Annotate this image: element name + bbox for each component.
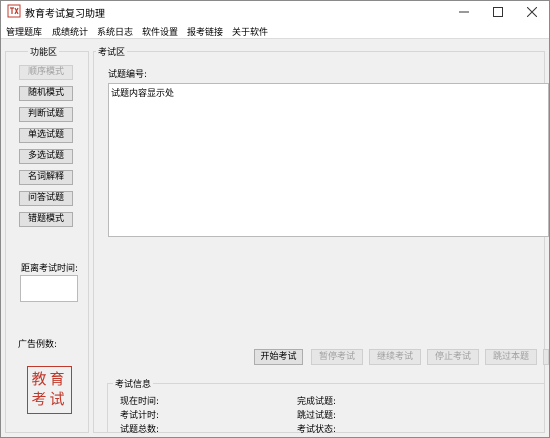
app-logo-icon xyxy=(7,4,21,18)
minimize-button[interactable] xyxy=(447,1,481,22)
question-content-area[interactable]: 试题内容显示处 xyxy=(108,83,549,237)
question-total-label: 试题总数: xyxy=(120,425,160,435)
menu-bar: 管理题库 成绩统计 系统日志 软件设置 报考链接 关于软件 xyxy=(1,22,549,39)
menu-score-stats[interactable]: 成绩统计 xyxy=(52,25,88,38)
single-choice-button[interactable]: 单选试题 xyxy=(19,128,73,143)
close-icon xyxy=(527,6,537,17)
wrong-questions-button[interactable]: 错题模式 xyxy=(19,212,73,227)
true-false-button[interactable]: 判断试题 xyxy=(19,107,73,122)
sequential-mode-button[interactable]: 顺序模式 xyxy=(19,65,73,80)
menu-manage-bank[interactable]: 管理题库 xyxy=(6,25,42,38)
completed-label: 完成试题: xyxy=(297,397,337,407)
qa-button[interactable]: 问答试题 xyxy=(19,191,73,206)
maximize-button[interactable] xyxy=(481,1,515,22)
overflow-button[interactable] xyxy=(543,349,549,365)
exam-panel-title: 考试区 xyxy=(96,45,128,58)
countdown-label: 距离考试时间: xyxy=(21,264,79,274)
skip-question-button[interactable]: 跳过本题 xyxy=(485,349,537,365)
start-exam-button[interactable]: 开始考试 xyxy=(254,349,303,365)
skipped-label: 跳过试题: xyxy=(297,411,337,421)
menu-system-log[interactable]: 系统日志 xyxy=(97,25,133,38)
menu-register-link[interactable]: 报考链接 xyxy=(187,25,223,38)
ad-label: 广告例数: xyxy=(18,340,58,350)
close-button[interactable] xyxy=(515,1,549,22)
maximize-icon xyxy=(493,6,503,17)
exam-info-title: 考试信息 xyxy=(113,377,154,390)
random-mode-button[interactable]: 随机模式 xyxy=(19,86,73,101)
title-bar[interactable]: 教育考试复习助理 xyxy=(1,1,549,22)
window-title: 教育考试复习助理 xyxy=(25,9,105,20)
minimize-icon xyxy=(459,11,469,12)
menu-about[interactable]: 关于软件 xyxy=(232,25,268,38)
current-time-label: 现在时间: xyxy=(120,397,160,407)
exam-status-label: 考试状态: xyxy=(297,425,337,435)
exam-timer-label: 考试计时: xyxy=(120,411,160,421)
resume-exam-button[interactable]: 继续考试 xyxy=(369,349,421,365)
question-id-label: 试题编号: xyxy=(108,70,148,80)
question-content-text: 试题内容显示处 xyxy=(111,89,175,99)
multi-choice-button[interactable]: 多选试题 xyxy=(19,149,73,164)
seal-logo: 教育 考试 xyxy=(27,366,72,414)
function-panel-title: 功能区 xyxy=(28,45,60,58)
pause-exam-button[interactable]: 暂停考试 xyxy=(311,349,363,365)
countdown-field xyxy=(20,275,78,302)
app-window: 教育考试复习助理 管理题库 成绩统计 系统日志 软件设置 报考链接 关于软件 功… xyxy=(0,0,550,438)
stop-exam-button[interactable]: 停止考试 xyxy=(427,349,479,365)
menu-settings[interactable]: 软件设置 xyxy=(142,25,178,38)
term-explain-button[interactable]: 名词解释 xyxy=(19,170,73,185)
